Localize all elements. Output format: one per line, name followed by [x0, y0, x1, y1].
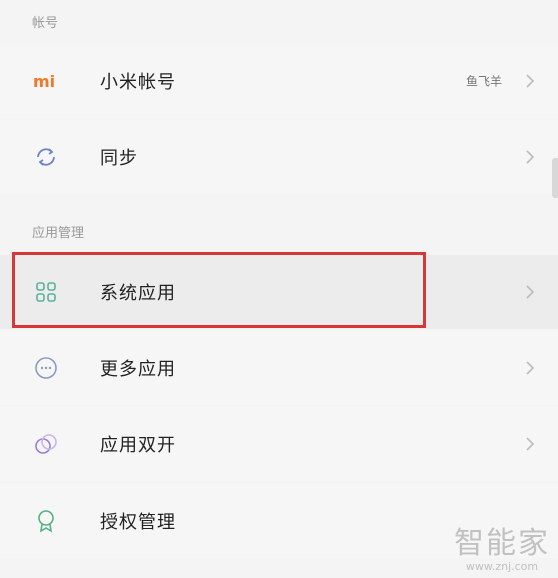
chevron-right-icon — [522, 149, 538, 165]
settings-row-label: 系统应用 — [100, 283, 176, 304]
settings-row-label: 小米帐号 — [100, 72, 176, 93]
svg-text:mi: mi — [33, 73, 55, 89]
chevron-right-icon — [522, 73, 538, 89]
settings-row-dual-apps[interactable]: 应用双开 — [0, 407, 558, 481]
settings-row-label: 授权管理 — [100, 512, 176, 533]
chevron-right-icon — [522, 360, 538, 376]
grid-icon — [33, 279, 59, 305]
more-icon — [33, 355, 59, 381]
settings-row-label: 应用双开 — [100, 435, 176, 456]
mi-logo-icon: mi — [33, 68, 59, 94]
watermark: 智能家 www.znj.com — [454, 526, 550, 573]
scrollbar-thumb[interactable] — [552, 158, 558, 198]
settings-row-label: 同步 — [100, 148, 138, 169]
section-header-app-management: 应用管理 — [32, 226, 85, 241]
settings-row-system-apps[interactable]: 系统应用 — [0, 255, 558, 329]
sync-icon — [33, 144, 59, 170]
dual-circle-icon — [33, 431, 59, 457]
account-name-value: 鱼飞羊 — [465, 74, 502, 89]
watermark-url: www.znj.com — [465, 560, 539, 573]
watermark-title: 智能家 — [454, 526, 550, 561]
settings-row-mi-account[interactable]: mi 小米帐号 鱼飞羊 — [0, 44, 558, 118]
settings-row-label: 更多应用 — [100, 359, 176, 380]
chevron-right-icon — [522, 436, 538, 452]
section-header-account: 帐号 — [32, 16, 59, 31]
settings-row-sync[interactable]: 同步 — [0, 120, 558, 194]
badge-icon — [33, 508, 59, 534]
settings-row-more-apps[interactable]: 更多应用 — [0, 331, 558, 405]
chevron-right-icon — [522, 284, 538, 300]
